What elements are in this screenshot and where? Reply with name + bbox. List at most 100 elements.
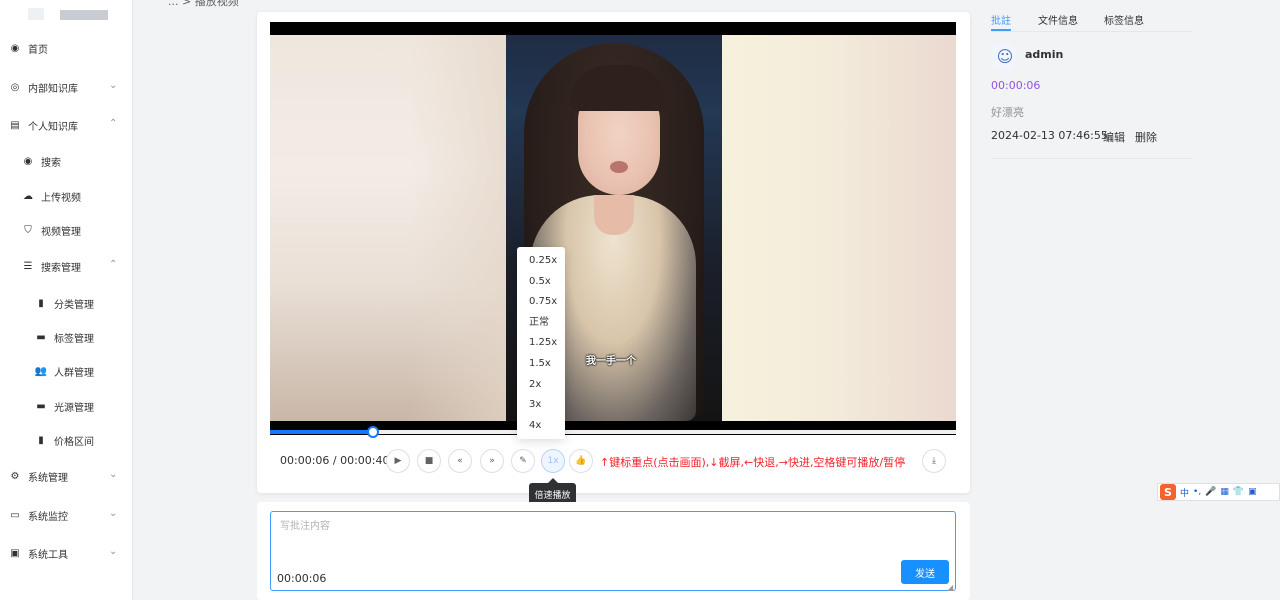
sidebar: ◉ 首页 ◎ 内部知识库 ⌄ ▤ 个人知识库 ⌃ ◉ 搜索 ☁ 上传视频 ⛉ 视频管理 ☰ 搜索管理 ⌃ ▮ 分类管… xyxy=(0,0,133,600)
dashboard-icon: ◉ xyxy=(10,42,20,54)
resize-handle-icon[interactable]: ◢ xyxy=(947,583,953,592)
sidebar-item-4[interactable]: ☁ 上传视频 xyxy=(0,184,133,208)
sidebar-item-label: 价格区间 xyxy=(54,436,94,448)
keyboard-hint: ↑键标重点(点击画面),↓截屏,←快退,→快进,空格键可播放/暂停 xyxy=(600,456,906,469)
video-card: 我一手一个 00:00:06 / 00:00:40 ▶ ■ « » ✎ 1x 👍… xyxy=(257,12,970,493)
sidebar-item-14[interactable]: ▣ 系统工具 ⌄ xyxy=(0,541,133,565)
comment-timestamp: 00:00:06 xyxy=(277,572,327,585)
download-button[interactable]: ⤓ xyxy=(922,449,946,473)
right-tabs: 批註 文件信息 标签信息 xyxy=(991,0,1192,32)
tag-icon: ▮ xyxy=(38,297,44,309)
sidebar-item-label: 系统工具 xyxy=(28,549,68,561)
edit-button[interactable]: ✎ xyxy=(511,449,535,473)
sidebar-item-label: 上传视频 xyxy=(41,192,81,204)
speed-option[interactable]: 正常 xyxy=(517,313,565,334)
sidebar-item-6[interactable]: ☰ 搜索管理 ⌃ xyxy=(0,254,133,278)
sidebar-item-label: 分类管理 xyxy=(54,299,94,311)
speed-option[interactable]: 0.5x xyxy=(517,272,565,293)
edit-icon: ✎ xyxy=(519,456,527,466)
sidebar-item-0[interactable]: ◉ 首页 xyxy=(0,36,133,60)
radio-icon: ◉ xyxy=(23,155,33,167)
progress-bar[interactable] xyxy=(270,426,956,438)
video-player[interactable]: 我一手一个 xyxy=(270,22,956,435)
thumbs-up-icon: 👍 xyxy=(575,456,587,466)
speed-dropdown: 0.25x 0.5x 0.75x 正常 1.25x 1.5x 2x 3x 4x xyxy=(517,247,565,439)
speed-button[interactable]: 1x xyxy=(541,449,565,473)
speed-option[interactable]: 3x xyxy=(517,395,565,416)
ime-microphone-icon[interactable]: 🎤 xyxy=(1205,487,1216,497)
sidebar-item-label: 系统监控 xyxy=(28,511,68,523)
play-icon: ▶ xyxy=(394,456,402,466)
chevron-up-icon: ⌃ xyxy=(109,118,118,129)
sogou-logo-icon[interactable]: S xyxy=(1160,484,1176,500)
sidebar-item-3[interactable]: ◉ 搜索 xyxy=(0,149,133,173)
progress-fill xyxy=(270,430,373,434)
comment-time-link[interactable]: 00:00:06 xyxy=(991,79,1040,92)
ime-chinese-mode[interactable]: 中 xyxy=(1180,486,1189,499)
speed-option[interactable]: 2x xyxy=(517,375,565,396)
sidebar-item-9[interactable]: 👥 人群管理 xyxy=(0,359,133,383)
tab-tag-info[interactable]: 标签信息 xyxy=(1104,12,1144,27)
app-root: ◉ 首页 ◎ 内部知识库 ⌄ ▤ 个人知识库 ⌃ ◉ 搜索 ☁ 上传视频 ⛉ 视频管理 ☰ 搜索管理 ⌃ ▮ 分类管… xyxy=(0,0,1280,600)
progress-handle[interactable] xyxy=(366,426,379,438)
chevron-down-icon: ⌄ xyxy=(109,508,118,519)
sidebar-item-12[interactable]: ⚙ 系统管理 ⌄ xyxy=(0,464,133,488)
video-blur-left xyxy=(270,35,506,421)
comment-textarea[interactable]: 写批注内容 00:00:06 xyxy=(270,511,956,591)
sidebar-item-8[interactable]: ▬ 标签管理 xyxy=(0,325,133,349)
ime-keyboard-icon[interactable]: ▦ xyxy=(1220,487,1229,497)
delete-comment-button[interactable]: 删除 xyxy=(1135,129,1157,145)
chevron-down-icon: ⌄ xyxy=(109,469,118,480)
avatar: ☺ xyxy=(992,43,1018,69)
forward-button[interactable]: » xyxy=(480,449,504,473)
send-button[interactable]: 发送 xyxy=(901,560,949,584)
list-icon: ☰ xyxy=(23,260,33,272)
video-frame[interactable]: 我一手一个 xyxy=(270,35,956,421)
sidebar-item-1[interactable]: ◎ 内部知识库 ⌄ xyxy=(0,75,133,99)
download-icon: ⤓ xyxy=(932,456,936,466)
speed-option[interactable]: 4x xyxy=(517,416,565,437)
stop-button[interactable]: ■ xyxy=(417,449,441,473)
edit-comment-button[interactable]: 编辑 xyxy=(1103,129,1125,145)
tab-file-info[interactable]: 文件信息 xyxy=(1038,12,1078,27)
tab-comments[interactable]: 批註 xyxy=(991,12,1011,27)
speed-option[interactable]: 0.25x xyxy=(517,251,565,272)
document-icon: ▤ xyxy=(10,119,20,131)
breadcrumb: ... > 播放视频 xyxy=(168,0,239,8)
rewind-button[interactable]: « xyxy=(448,449,472,473)
video-blur-right xyxy=(722,35,956,421)
like-button[interactable]: 👍 xyxy=(569,449,593,473)
sidebar-item-11[interactable]: ▮ 价格区间 xyxy=(0,428,133,452)
sidebar-item-5[interactable]: ⛉ 视频管理 xyxy=(0,218,133,242)
sidebar-item-label: 标签管理 xyxy=(54,333,94,345)
ime-skin-icon[interactable]: 👕 xyxy=(1233,487,1244,497)
ime-punctuation-icon[interactable]: •, xyxy=(1193,487,1201,497)
speed-option[interactable]: 1.25x xyxy=(517,333,565,354)
shield-icon: ⛉ xyxy=(24,224,32,236)
forward-icon: » xyxy=(489,456,495,466)
comment-user: admin xyxy=(1025,48,1064,61)
sidebar-item-label: 首页 xyxy=(28,44,48,56)
logo xyxy=(28,8,118,22)
sidebar-item-label: 个人知识库 xyxy=(28,121,78,133)
sidebar-item-2[interactable]: ▤ 个人知识库 ⌃ xyxy=(0,113,133,137)
label-icon: ▬ xyxy=(36,331,46,343)
sidebar-item-label: 视频管理 xyxy=(41,226,81,238)
sidebar-item-label: 搜索 xyxy=(41,157,61,169)
chevron-down-icon: ⌄ xyxy=(109,80,118,91)
gear-icon: ⚙ xyxy=(10,470,20,482)
sidebar-item-10[interactable]: ▬ 光源管理 xyxy=(0,394,133,418)
speed-option[interactable]: 1.5x xyxy=(517,354,565,375)
ime-toolbar[interactable]: S 中 •, 🎤 ▦ 👕 ▣ xyxy=(1157,483,1280,501)
comment-text: 好漂亮 xyxy=(991,106,1024,119)
sidebar-item-label: 光源管理 xyxy=(54,402,94,414)
sidebar-item-7[interactable]: ▮ 分类管理 xyxy=(0,291,133,315)
comment-date: 2024-02-13 07:46:55 xyxy=(991,129,1108,142)
upload-icon: ☁ xyxy=(23,190,33,202)
speed-option[interactable]: 0.75x xyxy=(517,292,565,313)
play-button[interactable]: ▶ xyxy=(386,449,410,473)
monitor-icon: ▭ xyxy=(10,509,20,521)
speed-icon: 1x xyxy=(547,456,559,466)
sidebar-item-13[interactable]: ▭ 系统监控 ⌄ xyxy=(0,503,133,527)
ime-toolbox-icon[interactable]: ▣ xyxy=(1248,487,1257,497)
